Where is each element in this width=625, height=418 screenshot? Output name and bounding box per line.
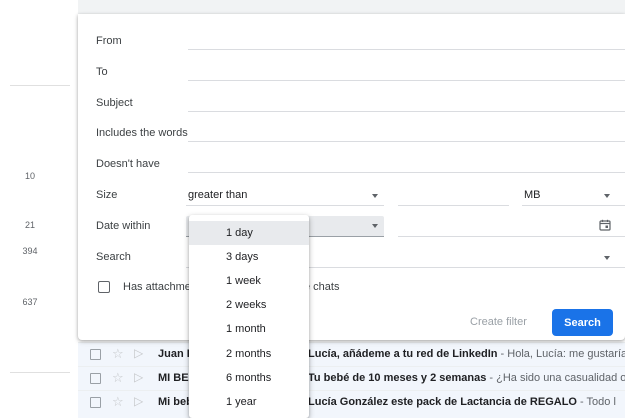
toolbar-strip xyxy=(78,0,625,14)
size-operator-value: greater than xyxy=(188,189,248,201)
size-value-input[interactable] xyxy=(398,205,509,206)
menu-option-2-months[interactable]: 2 months xyxy=(189,342,309,366)
doesnt-have-label: Doesn't have xyxy=(96,158,160,170)
email-row[interactable]: ☆ ▷ Mi beb Lucía González este pack de L… xyxy=(78,390,625,418)
caret-down-icon xyxy=(604,194,610,198)
email-subject-line: Tu bebé de 10 meses y 2 semanas - ¿Ha si… xyxy=(308,372,625,384)
caret-down-icon xyxy=(372,194,378,198)
gutter-divider xyxy=(10,372,70,373)
menu-option-1-month[interactable]: 1 month xyxy=(189,317,309,341)
email-snippet: - Todo l xyxy=(576,396,616,408)
email-snippet: - Hola, Lucía: me gustaría añ xyxy=(500,348,625,360)
search-filter-panel: From To Subject Includes the words Doesn… xyxy=(78,14,625,340)
dont-include-chats-label: e chats xyxy=(304,281,340,293)
menu-option-3-days[interactable]: 3 days xyxy=(189,245,309,269)
email-row[interactable]: ☆ ▷ Juan L Lucía, añádeme a tu red de Li… xyxy=(78,342,625,366)
star-icon[interactable]: ☆ xyxy=(112,346,124,362)
create-filter-link[interactable]: Create filter xyxy=(470,316,527,328)
caret-down-icon xyxy=(372,224,378,228)
important-marker-icon[interactable]: ▷ xyxy=(134,370,143,384)
email-sender: Mi beb xyxy=(158,396,193,408)
gutter-count: 21 xyxy=(24,220,35,230)
from-label: From xyxy=(96,35,122,47)
star-icon[interactable]: ☆ xyxy=(112,370,124,386)
size-unit-underline xyxy=(522,205,625,206)
menu-option-6-months[interactable]: 6 months xyxy=(189,366,309,390)
menu-option-1-year[interactable]: 1 year xyxy=(189,390,309,414)
star-icon[interactable]: ☆ xyxy=(112,394,124,410)
email-snippet: - ¿Ha sido una casualidad o xyxy=(486,372,625,384)
to-input[interactable] xyxy=(188,80,625,81)
menu-option-2-weeks[interactable]: 2 weeks xyxy=(189,293,309,317)
caret-down-icon xyxy=(604,256,610,260)
includes-words-input[interactable] xyxy=(188,141,625,142)
size-operator-underline xyxy=(186,205,384,206)
has-attachment-label: Has attachme xyxy=(123,281,191,293)
gutter-divider xyxy=(10,85,70,86)
date-within-menu: 1 day 3 days 1 week 2 weeks 1 month 2 mo… xyxy=(189,215,309,418)
calendar-icon[interactable] xyxy=(599,219,611,231)
search-scope-label: Search xyxy=(96,251,131,263)
search-button[interactable]: Search xyxy=(552,309,613,336)
left-gutter: 10 21 394 637 xyxy=(0,0,78,418)
has-attachment-checkbox[interactable] xyxy=(98,281,110,293)
menu-option-1-week[interactable]: 1 week xyxy=(189,269,309,293)
checkbox-icon[interactable] xyxy=(90,349,101,360)
includes-words-label: Includes the words xyxy=(96,127,188,139)
menu-option-1-day[interactable]: 1 day xyxy=(189,221,309,245)
subject-input[interactable] xyxy=(188,111,625,112)
subject-label: Subject xyxy=(96,97,133,109)
email-subject-line: Lucía, añádeme a tu red de LinkedIn - Ho… xyxy=(308,348,625,360)
to-label: To xyxy=(96,66,108,78)
doesnt-have-input[interactable] xyxy=(188,172,625,173)
size-label: Size xyxy=(96,189,118,201)
gutter-count: 637 xyxy=(22,297,38,307)
gutter-count: 394 xyxy=(22,246,38,256)
checkbox-icon[interactable] xyxy=(90,397,101,408)
gutter-count: 10 xyxy=(24,171,35,181)
from-input[interactable] xyxy=(188,49,625,50)
email-subject: Tu bebé de 10 meses y 2 semanas xyxy=(308,372,487,384)
email-row[interactable]: ☆ ▷ MI BEB Tu bebé de 10 meses y 2 seman… xyxy=(78,366,625,390)
important-marker-icon[interactable]: ▷ xyxy=(134,394,143,408)
email-subject: Lucía González este pack de Lactancia de… xyxy=(308,396,577,408)
important-marker-icon[interactable]: ▷ xyxy=(134,346,143,360)
email-subject: Lucía, añádeme a tu red de LinkedIn xyxy=(308,348,498,360)
size-unit-value: MB xyxy=(524,189,541,201)
email-subject-line: Lucía González este pack de Lactancia de… xyxy=(308,396,625,408)
checkbox-icon[interactable] xyxy=(90,373,101,384)
date-input[interactable] xyxy=(398,236,625,237)
date-within-label: Date within xyxy=(96,220,151,232)
